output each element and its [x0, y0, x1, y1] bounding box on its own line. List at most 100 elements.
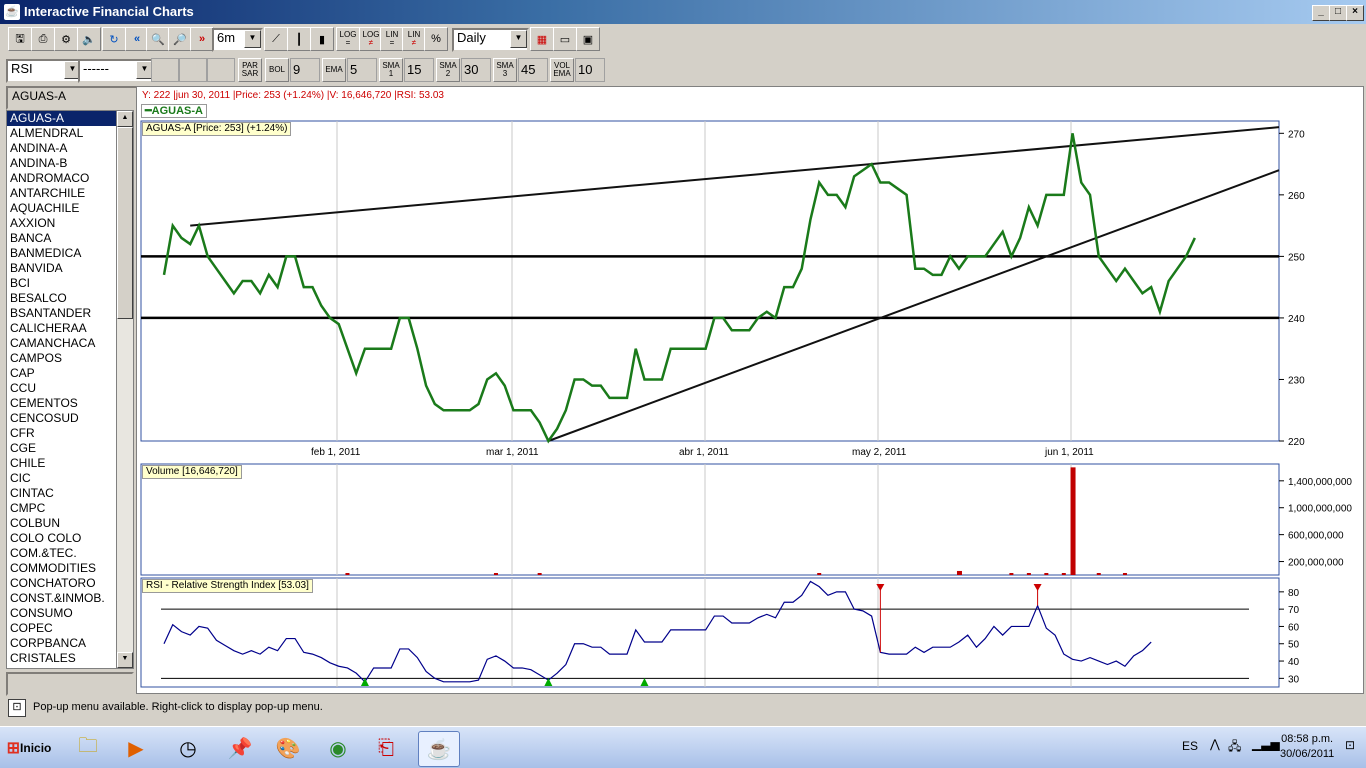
chrome-icon[interactable]: ◉ — [318, 731, 358, 765]
list-item[interactable]: BESALCO — [7, 291, 117, 306]
print-icon[interactable]: ⎙ — [31, 27, 55, 51]
list-item[interactable]: CCU — [7, 381, 117, 396]
list-item[interactable]: CONSUMO — [7, 606, 117, 621]
list-item[interactable]: BSANTANDER — [7, 306, 117, 321]
lin-button[interactable]: LIN = — [380, 27, 404, 51]
bollinger-period-field[interactable]: 9 — [290, 58, 320, 82]
list-item[interactable]: CORPBANCA — [7, 636, 117, 651]
settings-icon[interactable]: ⚙ — [54, 27, 78, 51]
symbol-list[interactable]: AGUAS-A ALMENDRAL ANDINA-A ANDINA-B ANDROMAC… — [6, 110, 118, 669]
list-item[interactable]: CMPC — [7, 501, 117, 516]
zoom-in-icon[interactable]: 🔍 — [146, 27, 170, 51]
sma1-period-field[interactable]: 15 — [404, 58, 434, 82]
scroll-down-icon[interactable]: ▼ — [117, 652, 133, 668]
network-icon[interactable]: 🖧 — [1228, 737, 1241, 758]
refresh-icon[interactable]: ↻ — [102, 27, 126, 51]
sma3-button[interactable]: SMA 3 — [493, 58, 517, 82]
list-item[interactable]: ANTARCHILE — [7, 186, 117, 201]
ema-button[interactable]: EMA — [322, 58, 346, 82]
list-item[interactable]: CFR — [7, 426, 117, 441]
empty-field[interactable] — [207, 58, 235, 82]
list-item[interactable]: ANDINA-A — [7, 141, 117, 156]
percent-button[interactable]: % — [424, 27, 448, 51]
sound-icon[interactable]: 🔈 — [77, 27, 101, 51]
list-item[interactable]: COPEC — [7, 621, 117, 636]
paint-icon[interactable]: 🎨 — [268, 731, 308, 765]
clock-icon[interactable]: ◷ — [168, 731, 208, 765]
java-taskbar-icon[interactable]: ☕ — [418, 731, 460, 767]
ema-period-field[interactable]: 5 — [347, 58, 377, 82]
list-item[interactable]: COLO COLO — [7, 531, 117, 546]
empty-field[interactable] — [151, 58, 179, 82]
save-icon[interactable]: 🖫 — [8, 27, 32, 51]
sma3-period-field[interactable]: 45 — [518, 58, 548, 82]
list-item[interactable]: BCI — [7, 276, 117, 291]
minimize-button[interactable]: _ — [1312, 5, 1330, 21]
volume-ema-period-field[interactable]: 10 — [575, 58, 605, 82]
chart-window-icon[interactable]: ▭ — [553, 27, 577, 51]
list-item[interactable]: CHILE — [7, 456, 117, 471]
list-item[interactable]: ANDINA-B — [7, 156, 117, 171]
pin-icon[interactable]: 📌 — [220, 731, 260, 765]
volume-ema-button[interactable]: VOL EMA — [550, 58, 574, 82]
zoom-out-icon[interactable]: 🔎 — [168, 27, 192, 51]
empty-field[interactable] — [179, 58, 207, 82]
sma2-period-field[interactable]: 30 — [461, 58, 491, 82]
list-item[interactable]: ANDROMACO — [7, 171, 117, 186]
media-player-icon[interactable]: ▶ — [116, 731, 156, 765]
close-button[interactable]: × — [1346, 5, 1364, 21]
explorer-icon[interactable]: 🗀 — [68, 731, 108, 765]
system-clock[interactable]: 08:58 p.m. 30/06/2011 — [1280, 732, 1334, 762]
list-item[interactable]: CRISTALES — [7, 651, 117, 666]
list-item[interactable]: COMMODITIES — [7, 561, 117, 576]
line-chart-icon[interactable]: ⟋ — [264, 27, 288, 51]
maximize-button[interactable]: □ — [1329, 5, 1347, 21]
chart-panel-icon[interactable]: ▣ — [576, 27, 600, 51]
list-item[interactable]: CEMENTOS — [7, 396, 117, 411]
show-desktop-icon[interactable]: ⊡ — [1345, 738, 1355, 752]
list-item[interactable]: CALICHERAA — [7, 321, 117, 336]
list-item[interactable]: CIC — [7, 471, 117, 486]
symbol-search-input[interactable]: AGUAS-A — [6, 86, 138, 110]
tray-expand-icon[interactable]: ⋀ — [1210, 737, 1220, 751]
sma2-button[interactable]: SMA 2 — [436, 58, 460, 82]
list-item[interactable]: AXXION — [7, 216, 117, 231]
list-item[interactable]: CAP — [7, 366, 117, 381]
list-item[interactable]: CGE — [7, 441, 117, 456]
lin-ne-button[interactable]: LIN ≠ — [402, 27, 426, 51]
list-item[interactable]: CAMANCHACA — [7, 336, 117, 351]
forward-icon[interactable]: » — [190, 27, 214, 51]
indicator-select[interactable]: RSI ▼ — [6, 59, 83, 83]
indicator2-select[interactable]: ------ ▼ — [78, 59, 155, 83]
symbol-list-scrollbar[interactable]: ▲ ▼ — [116, 110, 134, 669]
bollinger-button[interactable]: BOL — [265, 58, 289, 82]
list-item[interactable]: COLBUN — [7, 516, 117, 531]
list-item[interactable]: CAMPOS — [7, 351, 117, 366]
pdf-icon[interactable]: ⎗ — [366, 731, 406, 765]
list-item[interactable]: ALMENDRAL — [7, 126, 117, 141]
language-indicator[interactable]: ES — [1182, 739, 1198, 753]
interval-select[interactable]: Daily ▼ — [452, 28, 529, 52]
chart-area[interactable]: Y: 222 |jun 30, 2011 |Price: 253 (+1.24%… — [136, 86, 1364, 694]
signal-icon[interactable]: ▁▃▅ — [1252, 737, 1280, 751]
list-item[interactable]: BANCA — [7, 231, 117, 246]
scroll-up-icon[interactable]: ▲ — [117, 111, 133, 127]
list-item[interactable]: CINTAC — [7, 486, 117, 501]
palette-icon[interactable]: ▦ — [530, 27, 554, 51]
log-button[interactable]: LOG = — [336, 27, 360, 51]
parabolic-sar-button[interactable]: PAR SAR — [238, 58, 262, 82]
candlestick-icon[interactable]: ▮ — [310, 27, 334, 51]
list-item[interactable]: COM.&TEC. — [7, 546, 117, 561]
start-button[interactable]: ⊞ Inicio — [2, 731, 56, 765]
list-item[interactable]: BANVIDA — [7, 261, 117, 276]
list-item[interactable]: CENCOSUD — [7, 411, 117, 426]
list-item[interactable]: CONCHATORO — [7, 576, 117, 591]
sma1-button[interactable]: SMA 1 — [379, 58, 403, 82]
scroll-thumb[interactable] — [117, 127, 133, 319]
period-select[interactable]: 6m ▼ — [212, 28, 263, 52]
list-item[interactable]: BANMEDICA — [7, 246, 117, 261]
list-item[interactable]: AQUACHILE — [7, 201, 117, 216]
list-item[interactable]: AGUAS-A — [7, 111, 117, 126]
bar-chart-icon[interactable]: ┃ — [287, 27, 311, 51]
list-item[interactable]: CONST.&INMOB. — [7, 591, 117, 606]
